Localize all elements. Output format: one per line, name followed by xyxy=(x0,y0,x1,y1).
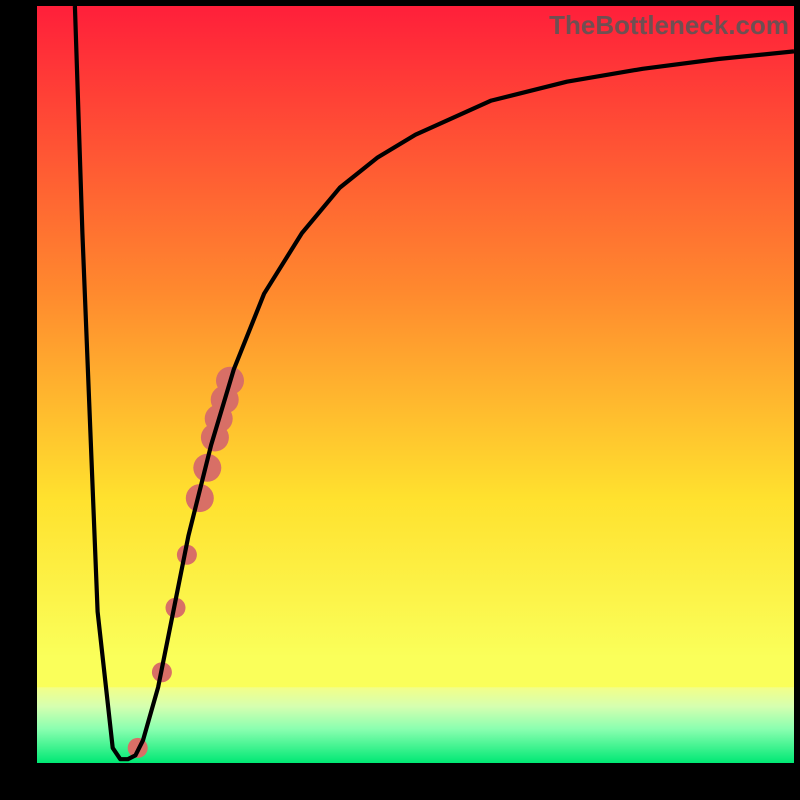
chart-svg xyxy=(37,6,794,763)
watermark-text: TheBottleneck.com xyxy=(549,10,789,41)
plot-area: TheBottleneck.com xyxy=(37,6,794,763)
green-band xyxy=(37,687,794,763)
chart-frame: TheBottleneck.com xyxy=(0,0,800,800)
gradient-background xyxy=(37,6,794,763)
